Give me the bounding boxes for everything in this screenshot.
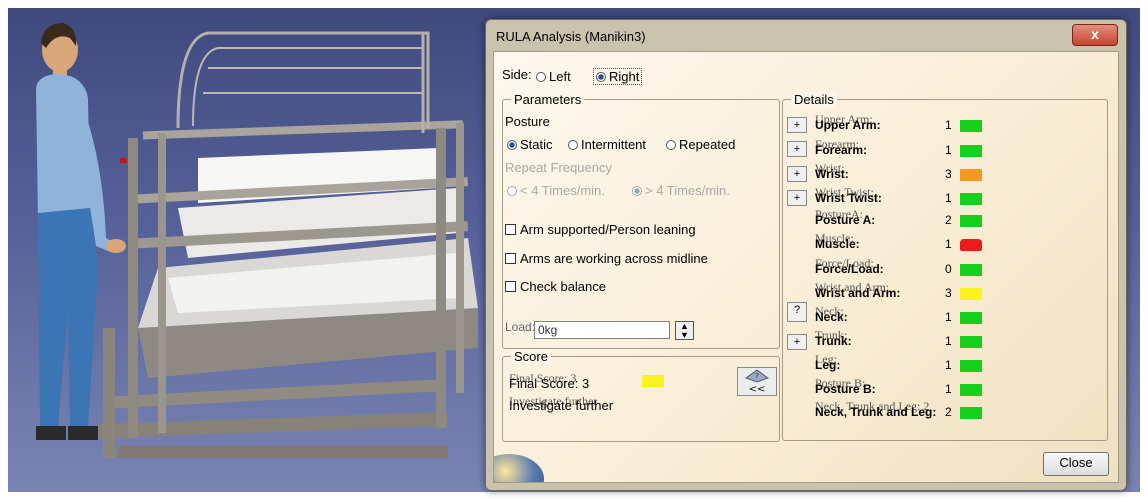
expand-forearm-button[interactable]: +: [787, 141, 807, 157]
posture-static-radio[interactable]: Static: [507, 137, 553, 152]
detail-score-color-indicator: [960, 120, 982, 132]
expand-trunk-button[interactable]: +: [787, 334, 807, 350]
detail-score: 1: [945, 310, 952, 324]
detail-score: 2: [945, 213, 952, 227]
final-score-text: Final Score: 3: [509, 376, 590, 391]
plus-icon: +: [793, 168, 801, 180]
expand-wrist-button[interactable]: +: [787, 166, 807, 182]
detail-score: 1: [945, 237, 952, 251]
radio-icon: [536, 72, 546, 82]
radio-icon: [507, 186, 517, 196]
check-balance-checkbox[interactable]: Check balance: [505, 279, 606, 294]
radio-icon: [568, 140, 578, 150]
radio-selected-icon: [596, 72, 606, 82]
posture-label: Posture: [505, 114, 550, 129]
side-label: Side:: [502, 67, 532, 82]
help-icon: ?: [793, 304, 801, 316]
catia-logo-icon: [494, 454, 544, 482]
detail-score-color-indicator: [960, 312, 982, 324]
detail-score-color-indicator: [960, 407, 982, 419]
detail-score: 2: [945, 405, 952, 419]
close-button[interactable]: Close: [1043, 452, 1109, 476]
collapse-label: <<: [749, 384, 766, 395]
detail-score: 1: [945, 191, 952, 205]
plus-icon: +: [793, 336, 801, 348]
detail-score-color-indicator: [960, 239, 982, 251]
plus-icon: +: [793, 143, 801, 155]
repeat-frequency-label: Repeat Frequency: [505, 160, 612, 175]
details-group-title: Details: [791, 92, 837, 107]
close-icon: x: [1091, 26, 1099, 42]
radio-icon: [666, 140, 676, 150]
plus-icon: +: [793, 119, 801, 131]
detail-label: Posture B:: [815, 382, 876, 396]
checkbox-icon: [505, 253, 516, 264]
detail-score-color-indicator: [960, 336, 982, 348]
detail-score-color-indicator: [960, 288, 982, 300]
radio-selected-icon: [507, 140, 517, 150]
detail-label: Force/Load:: [815, 262, 884, 276]
repeat-more-4-radio: > 4 Times/min.: [632, 183, 730, 198]
plus-icon: +: [793, 192, 801, 204]
expand-neck-button[interactable]: ?: [787, 302, 807, 322]
detail-score-color-indicator: [960, 145, 982, 157]
detail-score-color-indicator: [960, 264, 982, 276]
detail-score-color-indicator: [960, 169, 982, 181]
detail-label: Wrist and Arm:: [815, 286, 901, 300]
detail-score-color-indicator: [960, 193, 982, 205]
detail-score: 0: [945, 262, 952, 276]
detail-score: 3: [945, 167, 952, 181]
detail-label: Posture A:: [815, 213, 876, 227]
expand-upper-arm-button[interactable]: +: [787, 117, 807, 133]
collapse-details-button[interactable]: ? <<: [737, 367, 777, 396]
title-bar[interactable]: RULA Analysis (Manikin3) x: [486, 20, 1126, 50]
detail-label: Leg:: [815, 358, 841, 372]
load-label: Load:: [505, 320, 536, 334]
detail-score: 3: [945, 286, 952, 300]
checkbox-icon: [505, 281, 516, 292]
close-window-button[interactable]: x: [1072, 24, 1118, 46]
detail-score-color-indicator: [960, 215, 982, 227]
detail-score: 1: [945, 358, 952, 372]
posture-repeated-radio[interactable]: Repeated: [666, 137, 735, 152]
arm-supported-checkbox[interactable]: Arm supported/Person leaning: [505, 222, 696, 237]
expand-wrist-twist-button[interactable]: +: [787, 190, 807, 206]
detail-label: Trunk:: [815, 334, 852, 348]
spin-down-icon: ▼: [680, 330, 689, 340]
detail-score-color-indicator: [960, 360, 982, 372]
arms-midline-checkbox[interactable]: Arms are working across midline: [505, 251, 708, 266]
detail-score: 1: [945, 143, 952, 157]
side-right-radio[interactable]: Right: [593, 68, 643, 85]
posture-intermittent-radio[interactable]: Intermittent: [568, 137, 646, 152]
repeat-less-4-radio: < 4 Times/min.: [507, 183, 605, 198]
detail-label: Forearm:: [815, 143, 868, 157]
checkbox-icon: [505, 224, 516, 235]
collapse-icon: ? <<: [745, 369, 769, 395]
detail-label: Wrist Twist:: [815, 191, 882, 205]
detail-score-color-indicator: [960, 384, 982, 396]
parameters-group-title: Parameters: [511, 92, 585, 107]
detail-label: Muscle:: [815, 237, 860, 251]
svg-text:?: ?: [755, 372, 759, 380]
detail-score: 1: [945, 382, 952, 396]
detail-label: Upper Arm:: [815, 118, 881, 132]
detail-score: 1: [945, 118, 952, 132]
detail-score: 1: [945, 334, 952, 348]
score-group-title: Score: [511, 349, 551, 364]
detail-label: Neck, Trunk and Leg:: [815, 405, 937, 419]
bed-frame-model: [97, 31, 478, 458]
load-spinner[interactable]: ▲ ▼: [675, 321, 694, 340]
side-left-radio[interactable]: Left: [536, 69, 571, 84]
recommendation-text: Investigate further: [509, 398, 614, 413]
dialog-title: RULA Analysis (Manikin3): [496, 29, 646, 44]
load-input[interactable]: 0kg: [534, 321, 670, 339]
radio-selected-icon: [632, 186, 642, 196]
detail-label: Wrist:: [815, 167, 849, 181]
detail-label: Neck:: [815, 310, 848, 324]
final-score-color-indicator: [642, 375, 664, 387]
